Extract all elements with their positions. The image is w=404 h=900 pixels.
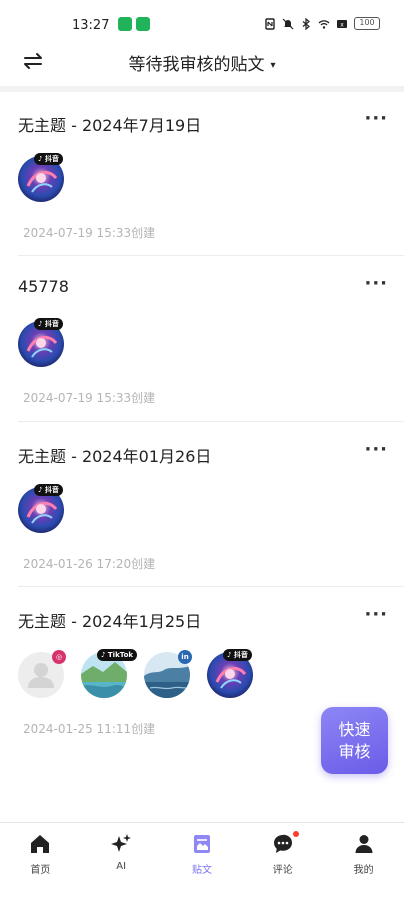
account-avatar: ♪ 抖音 — [18, 318, 64, 367]
platform-badge-label: 抖音 — [233, 651, 248, 659]
nfc-icon — [265, 17, 275, 30]
account-avatar-list: ◎ ♪ TikTok in ♪ 抖音 — [18, 649, 253, 698]
header: 等待我审核的贴文 ▾ — [0, 44, 404, 84]
wechat-icon — [118, 17, 132, 31]
quick-review-label-line2: 审核 — [338, 741, 371, 761]
page-title-dropdown[interactable]: 等待我审核的贴文 ▾ — [0, 50, 404, 75]
bluetooth-icon — [302, 17, 310, 30]
sparkle-icon — [111, 834, 132, 852]
platform-badge: ♪ TikTok — [97, 649, 138, 661]
account-avatar-list: ♪ 抖音 — [18, 153, 64, 202]
nav-item-posts[interactable]: 贴文 — [162, 823, 243, 900]
platform-badge-label: 抖音 — [44, 155, 59, 163]
quick-review-button[interactable]: 快速 审核 — [321, 707, 388, 774]
more-options-icon[interactable]: ··· — [364, 108, 388, 129]
nav-item-comments[interactable]: 评论 — [242, 823, 323, 900]
post-card[interactable]: 无主题 - 2024年01月26日 ··· ♪ 抖音 2024-01-26 17:20… — [18, 439, 388, 583]
header-divider — [0, 86, 404, 92]
chevron-down-icon: ▾ — [270, 59, 276, 71]
wifi-icon — [318, 19, 330, 29]
sim-icon: x — [337, 19, 347, 28]
post-card[interactable]: 无主题 - 2024年7月19日 ··· ♪ 抖音 2024-07-19 15:33创… — [18, 108, 388, 252]
platform-badge: ♪ 抖音 — [34, 318, 63, 330]
account-avatar: ◎ — [18, 650, 66, 698]
post-created-date: 2024-07-19 15:33创建 — [23, 391, 156, 405]
post-title: 无主题 - 2024年1月25日 — [18, 612, 202, 631]
nav-label-comments: 评论 — [272, 865, 293, 876]
status-time: 13:27 — [72, 18, 110, 33]
more-options-icon[interactable]: ··· — [364, 604, 388, 625]
account-avatar: in — [144, 650, 192, 698]
mute-icon — [282, 18, 294, 29]
quick-review-label-line1: 快速 — [338, 719, 371, 739]
battery-icon: 100 — [354, 17, 380, 30]
account-avatar: ♪ 抖音 — [18, 484, 64, 533]
account-avatar-list: ♪ 抖音 — [18, 318, 64, 367]
notification-dot — [293, 831, 300, 837]
nav-label-posts: 贴文 — [191, 865, 212, 876]
nav-label-ai: AI — [116, 861, 127, 872]
platform-badge-label: TikTok — [107, 651, 134, 659]
post-divider — [18, 586, 404, 587]
message-icon — [136, 17, 150, 31]
page-title: 等待我审核的贴文 — [128, 55, 265, 75]
more-options-icon[interactable]: ··· — [364, 273, 388, 294]
nav-item-ai[interactable]: AI — [81, 823, 162, 900]
instagram-icon: ◎ — [52, 650, 66, 664]
nav-label-profile: 我的 — [353, 865, 374, 876]
more-options-icon[interactable]: ··· — [364, 439, 388, 460]
nav-item-profile[interactable]: 我的 — [323, 823, 404, 900]
platform-badge: ♪ 抖音 — [34, 153, 63, 165]
platform-badge-label: 抖音 — [44, 320, 59, 328]
bottom-nav: 首页 AI 贴文 评论 我的 — [0, 822, 404, 900]
post-divider — [18, 421, 404, 422]
account-avatar: ♪ 抖音 — [18, 153, 64, 202]
platform-badge: ♪ 抖音 — [223, 649, 252, 661]
svg-text:x: x — [340, 21, 344, 28]
post-title: 45778 — [18, 277, 69, 296]
account-avatar: ♪ 抖音 — [207, 649, 253, 698]
post-created-date: 2024-01-26 17:20创建 — [23, 557, 156, 571]
platform-badge-label: 抖音 — [44, 486, 59, 494]
profile-icon — [355, 835, 373, 853]
account-avatar: ♪ TikTok — [81, 649, 138, 698]
post-created-date: 2024-01-25 11:11创建 — [23, 722, 156, 736]
post-created-date: 2024-07-19 15:33创建 — [23, 226, 156, 240]
platform-badge: ♪ 抖音 — [34, 484, 63, 496]
nav-item-home[interactable]: 首页 — [0, 823, 81, 900]
linkedin-icon: in — [178, 650, 192, 664]
status-bar: 13:27 x 100 — [0, 0, 404, 44]
home-icon — [31, 835, 50, 853]
post-card[interactable]: 45778 ··· ♪ 抖音 2024-07-19 15:33创建 — [18, 273, 388, 417]
post-title: 无主题 - 2024年7月19日 — [18, 116, 202, 135]
post-title: 无主题 - 2024年01月26日 — [18, 447, 212, 466]
post-icon — [193, 835, 210, 853]
nav-label-home: 首页 — [30, 865, 51, 876]
post-divider — [18, 255, 404, 256]
comment-icon — [273, 834, 292, 853]
account-avatar-list: ♪ 抖音 — [18, 484, 64, 533]
